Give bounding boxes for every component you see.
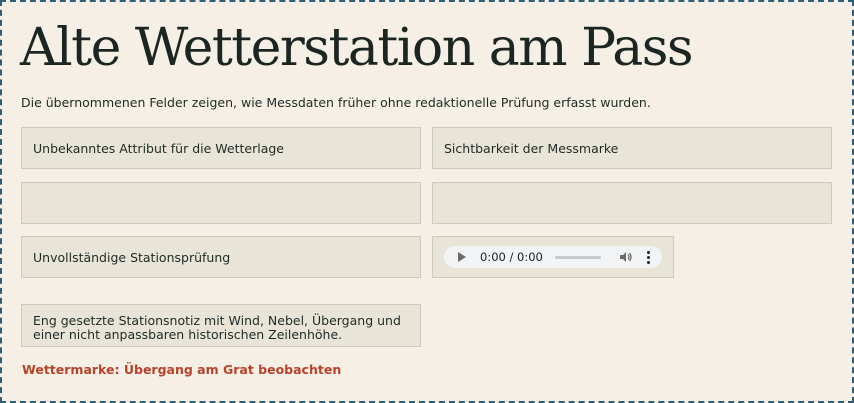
field-weather-attribute-label: Unbekanntes Attribut für die Wetterlage (33, 140, 284, 156)
audio-field: 0:00 / 0:00 (432, 236, 674, 278)
intro-text: Die übernommenen Felder zeigen, wie Mess… (21, 95, 651, 110)
field-weather-attribute: Unbekanntes Attribut für die Wetterlage (21, 127, 421, 169)
field-station-note-label: Eng gesetzte Stationsnotiz mit Wind, Neb… (33, 312, 401, 342)
field-empty-left (21, 182, 421, 224)
field-visibility-label: Sichtbarkeit der Messmarke (444, 140, 619, 156)
weather-mark-text: Wettermarke: Übergang am Grat beobachten (22, 362, 342, 377)
field-visibility: Sichtbarkeit der Messmarke (432, 127, 832, 169)
audio-player[interactable]: 0:00 / 0:00 (444, 246, 662, 268)
field-station-check-label: Unvollständige Stationsprüfung (33, 249, 231, 265)
field-empty-right (432, 182, 832, 224)
field-station-note: Eng gesetzte Stationsnotiz mit Wind, Neb… (21, 304, 421, 347)
more-vert-icon[interactable] (646, 250, 650, 264)
page-title: Alte Wetterstation am Pass (20, 18, 694, 78)
field-station-check: Unvollständige Stationsprüfung (21, 236, 421, 278)
audio-time: 0:00 / 0:00 (480, 250, 543, 264)
play-icon[interactable] (458, 252, 466, 262)
audio-progress-track[interactable] (554, 255, 601, 259)
volume-icon[interactable] (619, 251, 633, 263)
